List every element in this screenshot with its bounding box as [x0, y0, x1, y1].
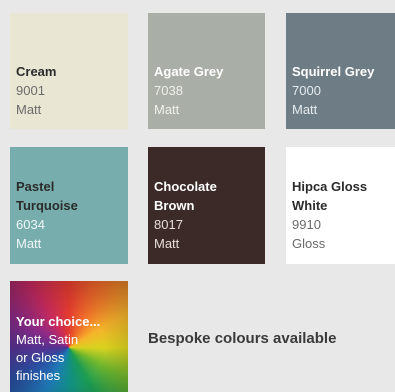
custom-line3: finishes [16, 368, 61, 383]
swatch-name-line1: Hipca Gloss [292, 179, 368, 194]
swatch-code: 7038 [154, 83, 183, 98]
colour-swatch-hipca-gloss-white[interactable]: Hipca Gloss White 9910 Gloss [286, 147, 395, 264]
swatch-name: Agate Grey [154, 64, 224, 79]
custom-line2: or Gloss [16, 350, 65, 365]
custom-line1: Matt, Satin [16, 332, 79, 347]
swatch-code: 9910 [292, 217, 321, 232]
swatch-name: Cream [16, 64, 57, 79]
colour-swatch-cream[interactable]: Cream 9001 Matt [10, 13, 128, 129]
swatch-name-line2: Turquoise [16, 198, 78, 213]
swatch-finish: Matt [154, 102, 180, 117]
swatch-name-line1: Chocolate [154, 179, 217, 194]
swatch-code: 8017 [154, 217, 183, 232]
swatch-finish: Matt [16, 102, 42, 117]
swatch-name: Squirrel Grey [292, 64, 375, 79]
swatch-finish: Matt [16, 236, 42, 251]
swatch-name-line1: Pastel [16, 179, 55, 194]
swatch-code: 9001 [16, 83, 45, 98]
custom-colour-swatch[interactable]: Your choice... Matt, Satin or Gloss fini… [10, 281, 128, 392]
colour-swatch-chocolate-brown[interactable]: Chocolate Brown 8017 Matt [148, 147, 265, 264]
bespoke-colours-text: Bespoke colours available [148, 330, 337, 347]
colour-swatch-pastel-turquoise[interactable]: Pastel Turquoise 6034 Matt [10, 147, 128, 264]
swatch-code: 6034 [16, 217, 45, 232]
colour-swatch-agate-grey[interactable]: Agate Grey 7038 Matt [148, 13, 265, 129]
swatch-finish: Matt [292, 102, 318, 117]
colour-swatch-squirrel-grey[interactable]: Squirrel Grey 7000 Matt [286, 13, 395, 129]
swatch-finish: Gloss [292, 236, 326, 251]
custom-title: Your choice... [16, 314, 101, 329]
swatch-code: 7000 [292, 83, 321, 98]
swatch-name-line2: Brown [154, 198, 195, 213]
swatch-finish: Matt [154, 236, 180, 251]
swatch-name-line2: White [292, 198, 328, 213]
